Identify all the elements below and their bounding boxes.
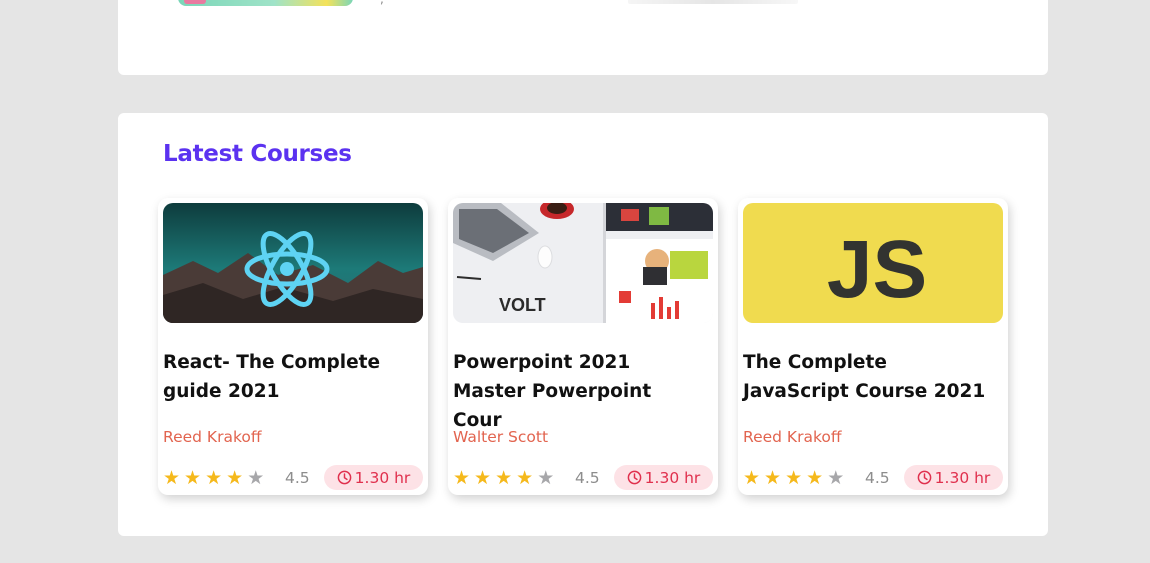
latest-courses-section: Latest Courses React- The Complete guide… — [118, 113, 1048, 536]
course-author[interactable]: Reed Krakoff — [743, 428, 842, 446]
section-title: Latest Courses — [163, 141, 352, 167]
react-logo-icon — [163, 203, 423, 323]
rating-value: 4.5 — [575, 469, 600, 487]
course-title[interactable]: React- The Complete guide 2021 — [163, 348, 413, 406]
star-empty-icon: ★ — [827, 467, 845, 489]
star-icon: ★ — [495, 467, 513, 489]
course-title[interactable]: The Complete JavaScript Course 2021 — [743, 348, 993, 406]
star-icon: ★ — [743, 467, 761, 489]
js-logo-icon: JS — [743, 203, 1003, 323]
powerpoint-volt-image: VOLT — [453, 203, 713, 323]
duration-badge: 1.30 hr — [904, 465, 1003, 490]
rating-value: 4.5 — [285, 469, 310, 487]
star-icon: ★ — [806, 467, 824, 489]
star-icon: ★ — [764, 467, 782, 489]
star-rating: ★ ★ ★ ★ ★ — [453, 467, 554, 489]
duration-badge: 1.30 hr — [614, 465, 713, 490]
star-empty-icon: ★ — [537, 467, 555, 489]
js-text: JS — [827, 224, 927, 315]
star-icon: ★ — [205, 467, 223, 489]
course-thumbnail[interactable] — [163, 203, 423, 323]
star-icon: ★ — [226, 467, 244, 489]
course-author[interactable]: Walter Scott — [453, 428, 548, 446]
rating-value: 4.5 — [865, 469, 890, 487]
course-thumbnail[interactable]: JS — [743, 203, 1003, 323]
illustration-image — [178, 0, 353, 6]
clock-icon — [627, 470, 642, 485]
course-card[interactable]: VOLT Powerpoint 2021 Master Powerpoint C… — [448, 198, 718, 495]
course-title[interactable]: Powerpoint 2021 Master Powerpoint Cour — [453, 348, 703, 435]
star-icon: ★ — [474, 467, 492, 489]
previous-section-card: , — [118, 0, 1048, 75]
duration-text: 1.30 hr — [354, 468, 411, 487]
star-rating: ★ ★ ★ ★ ★ — [163, 467, 264, 489]
star-icon: ★ — [785, 467, 803, 489]
truncated-text: , — [380, 0, 384, 6]
volt-text: VOLT — [499, 295, 546, 315]
duration-text: 1.30 hr — [934, 468, 991, 487]
duration-badge: 1.30 hr — [324, 465, 423, 490]
faded-image — [628, 0, 798, 4]
star-icon: ★ — [163, 467, 181, 489]
star-icon: ★ — [453, 467, 471, 489]
course-author[interactable]: Reed Krakoff — [163, 428, 262, 446]
course-card[interactable]: React- The Complete guide 2021 Reed Krak… — [158, 198, 428, 495]
star-rating: ★ ★ ★ ★ ★ — [743, 467, 844, 489]
star-icon: ★ — [516, 467, 534, 489]
clock-icon — [337, 470, 352, 485]
clock-icon — [917, 470, 932, 485]
star-icon: ★ — [184, 467, 202, 489]
star-empty-icon: ★ — [247, 467, 265, 489]
course-card[interactable]: JS The Complete JavaScript Course 2021 R… — [738, 198, 1008, 495]
course-thumbnail[interactable]: VOLT — [453, 203, 713, 323]
duration-text: 1.30 hr — [644, 468, 701, 487]
